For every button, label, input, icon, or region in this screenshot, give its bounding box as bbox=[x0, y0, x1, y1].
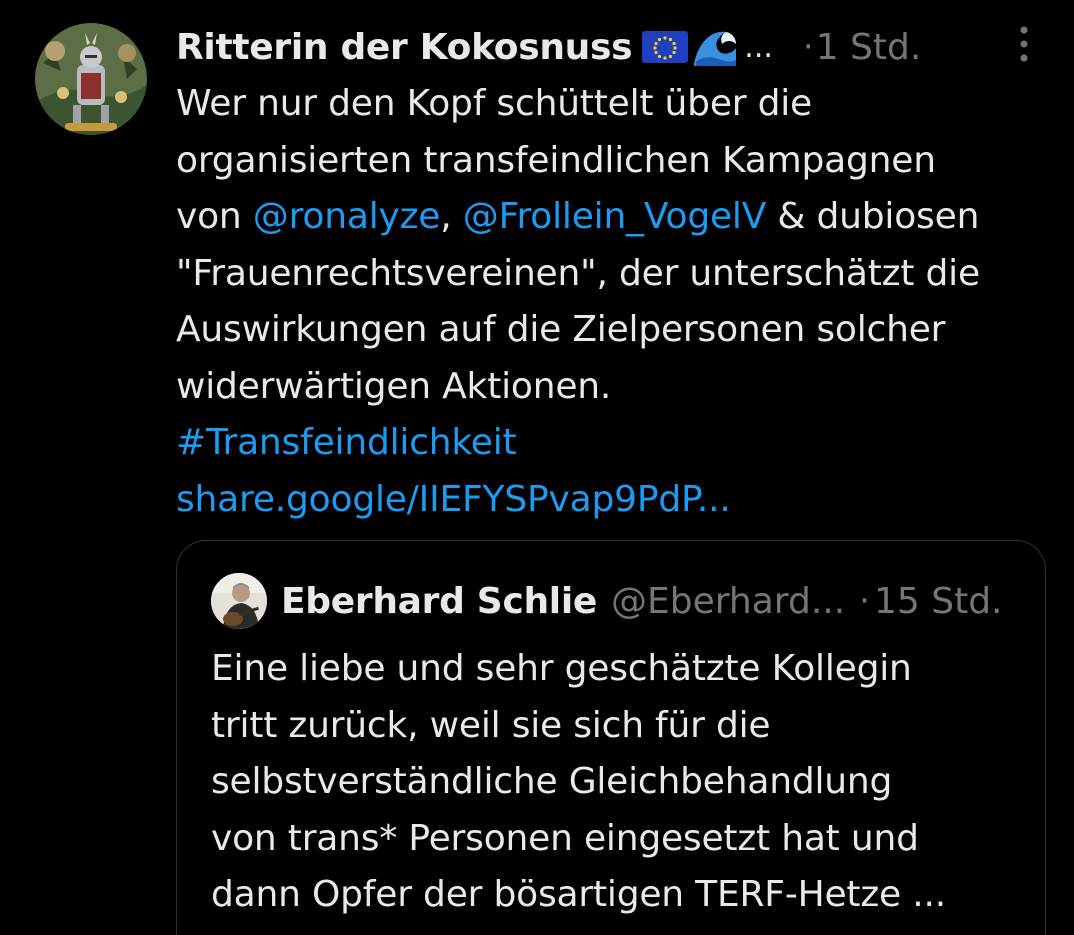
post-text-line: Auswirkungen auf die Zielpersonen solche… bbox=[176, 309, 946, 350]
text-segment: & dubiosen bbox=[766, 196, 980, 237]
meta-separator: · bbox=[802, 27, 814, 67]
post-text-line: widerwärtigen Aktionen. bbox=[176, 365, 612, 407]
post-header: Ritterin der Kokosnuss ... · 1 Std. bbox=[176, 22, 1036, 72]
name-truncation: ... bbox=[744, 29, 773, 65]
quoted-author-avatar[interactable] bbox=[211, 573, 267, 629]
post-text-line: Wer nur den Kopf schüttelt über die bbox=[176, 83, 813, 124]
author-avatar[interactable] bbox=[35, 23, 147, 135]
quoted-text-line: selbstverständliche Gleichbehandlung bbox=[211, 761, 893, 802]
quoted-text-line: tritt zurück, weil sie sich für die bbox=[211, 704, 771, 746]
hashtag-link[interactable]: #Transfeindlichkeit bbox=[176, 415, 1056, 472]
external-url-link[interactable]: share.google/IIEFYSPvap9PdP... bbox=[176, 472, 1056, 529]
meta-separator: · bbox=[859, 581, 870, 621]
quoted-text-line: Eine liebe und sehr geschätzte Kollegin bbox=[211, 648, 912, 689]
eu-flag-icon bbox=[642, 31, 689, 63]
quoted-post-timestamp[interactable]: 15 Std. bbox=[874, 581, 1003, 622]
person-with-guitar-avatar-icon bbox=[211, 573, 267, 629]
post-timestamp[interactable]: 1 Std. bbox=[816, 27, 922, 68]
mention-ronalyze[interactable]: @ronalyze bbox=[253, 196, 441, 237]
mention-frollein-vogelv[interactable]: @Frollein_VogelV bbox=[463, 196, 767, 237]
more-vertical-icon bbox=[1020, 26, 1028, 62]
post-body: Wer nur den Kopf schüttelt über die orga… bbox=[176, 76, 1056, 528]
post-text-line: von @ronalyze, @Frollein_VogelV & dubios… bbox=[176, 189, 1056, 246]
quoted-post-header: Eberhard Schlie @Eberhard... · 15 Std. bbox=[211, 571, 1041, 631]
quoted-text-line: von trans* Personen eingesetzt hat und bbox=[211, 817, 919, 859]
post-text-line: "Frauenrechtsvereinen", der unterschätzt… bbox=[176, 252, 980, 294]
quoted-text-line: dann Opfer der bösartigen TERF-Hetze ... bbox=[211, 874, 946, 915]
tweet[interactable]: Ritterin der Kokosnuss ... · 1 Std. Wer … bbox=[0, 0, 1074, 935]
text-segment: , bbox=[440, 196, 463, 237]
more-options-button[interactable] bbox=[1004, 22, 1044, 66]
water-wave-icon bbox=[692, 26, 738, 68]
quoted-post-body: Eine liebe und sehr geschätzte Kollegin … bbox=[211, 641, 1041, 924]
quoted-author-handle[interactable]: @Eberhard... bbox=[611, 581, 845, 622]
quoted-post-card[interactable]: Eberhard Schlie @Eberhard... · 15 Std. E… bbox=[176, 540, 1046, 935]
knight-avatar-icon bbox=[35, 23, 147, 135]
post-text-line: organisierten transfeindlichen Kampagnen bbox=[176, 139, 936, 181]
author-display-name[interactable]: Ritterin der Kokosnuss bbox=[176, 27, 633, 68]
quoted-author-name[interactable]: Eberhard Schlie bbox=[281, 581, 597, 622]
text-segment: von bbox=[176, 196, 253, 237]
